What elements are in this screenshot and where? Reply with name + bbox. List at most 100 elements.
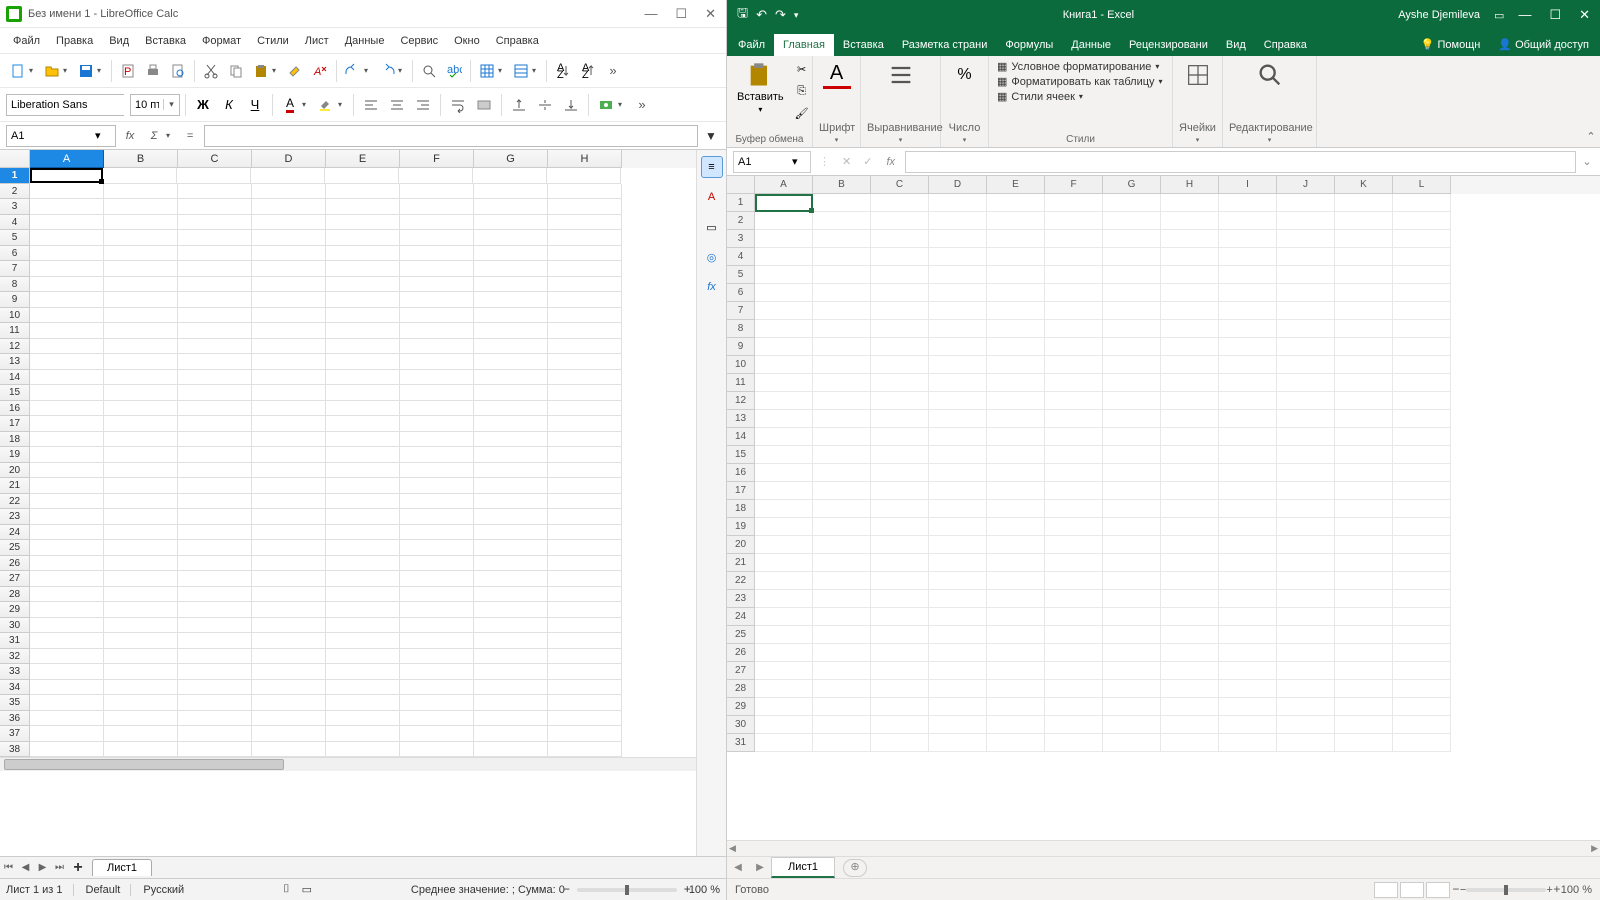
cell[interactable] bbox=[1277, 590, 1335, 608]
cell[interactable] bbox=[548, 649, 622, 665]
cell[interactable] bbox=[548, 261, 622, 277]
format-as-table-button[interactable]: ▦Форматировать как таблицу▾ bbox=[995, 74, 1166, 89]
cell[interactable] bbox=[474, 463, 548, 479]
sheet-tab[interactable]: Лист1 bbox=[771, 857, 835, 878]
cells-group-button[interactable] bbox=[1179, 59, 1216, 91]
cell[interactable] bbox=[1393, 284, 1451, 302]
cell[interactable] bbox=[104, 215, 178, 231]
cell[interactable] bbox=[104, 571, 178, 587]
cell[interactable] bbox=[1219, 680, 1277, 698]
col-header[interactable]: D bbox=[252, 150, 326, 168]
cell[interactable] bbox=[1277, 410, 1335, 428]
menu-Вид[interactable]: Вид bbox=[102, 32, 136, 50]
cell[interactable] bbox=[1277, 734, 1335, 752]
cell[interactable] bbox=[1393, 662, 1451, 680]
cell[interactable] bbox=[987, 194, 1045, 212]
cell[interactable] bbox=[1219, 464, 1277, 482]
cell[interactable] bbox=[30, 556, 104, 572]
cell[interactable] bbox=[871, 500, 929, 518]
cell[interactable] bbox=[1103, 572, 1161, 590]
cell[interactable] bbox=[1277, 248, 1335, 266]
cell[interactable] bbox=[400, 215, 474, 231]
cell[interactable] bbox=[1161, 554, 1219, 572]
row-header[interactable]: 7 bbox=[727, 302, 755, 320]
cell[interactable] bbox=[1393, 698, 1451, 716]
cell[interactable] bbox=[929, 428, 987, 446]
cell[interactable] bbox=[871, 212, 929, 230]
cell[interactable] bbox=[1103, 266, 1161, 284]
cell[interactable] bbox=[987, 536, 1045, 554]
cell[interactable] bbox=[326, 401, 400, 417]
cell[interactable] bbox=[1103, 518, 1161, 536]
copy-icon[interactable]: ⎘ bbox=[792, 81, 812, 101]
col-header[interactable]: F bbox=[400, 150, 474, 168]
row-header[interactable]: 4 bbox=[727, 248, 755, 266]
undo-icon[interactable] bbox=[341, 59, 365, 83]
cell[interactable] bbox=[987, 248, 1045, 266]
cell[interactable] bbox=[548, 354, 622, 370]
cell[interactable] bbox=[1103, 338, 1161, 356]
cell[interactable] bbox=[30, 215, 104, 231]
cell[interactable] bbox=[1277, 536, 1335, 554]
cell[interactable] bbox=[104, 246, 178, 262]
cell[interactable] bbox=[474, 339, 548, 355]
cell[interactable] bbox=[30, 509, 104, 525]
cell[interactable] bbox=[1045, 392, 1103, 410]
row-header[interactable]: 31 bbox=[727, 734, 755, 752]
cell[interactable] bbox=[1393, 554, 1451, 572]
cell[interactable] bbox=[987, 446, 1045, 464]
cell[interactable] bbox=[326, 292, 400, 308]
cell[interactable] bbox=[474, 664, 548, 680]
cell[interactable] bbox=[1161, 410, 1219, 428]
cell[interactable] bbox=[871, 734, 929, 752]
cell[interactable] bbox=[1103, 482, 1161, 500]
cell[interactable] bbox=[1161, 302, 1219, 320]
tell-me-button[interactable]: 💡 Помощн bbox=[1412, 33, 1490, 56]
cell[interactable] bbox=[178, 339, 252, 355]
cell[interactable] bbox=[1045, 644, 1103, 662]
cell[interactable] bbox=[813, 734, 871, 752]
cell[interactable] bbox=[813, 608, 871, 626]
cell[interactable] bbox=[548, 339, 622, 355]
properties-icon[interactable]: ≡ bbox=[701, 156, 723, 178]
cell[interactable] bbox=[1045, 716, 1103, 734]
cell[interactable] bbox=[104, 726, 178, 742]
cell[interactable] bbox=[1277, 572, 1335, 590]
valign-bot-button[interactable] bbox=[559, 93, 583, 117]
row-header[interactable]: 4 bbox=[0, 215, 30, 231]
cell[interactable] bbox=[1335, 248, 1393, 266]
cell[interactable] bbox=[1103, 248, 1161, 266]
row-header[interactable]: 27 bbox=[0, 571, 30, 587]
cell[interactable] bbox=[1103, 554, 1161, 572]
row-header[interactable]: 3 bbox=[0, 199, 30, 215]
cell[interactable] bbox=[548, 618, 622, 634]
copy-icon[interactable] bbox=[224, 59, 248, 83]
cell[interactable] bbox=[1161, 212, 1219, 230]
cell[interactable] bbox=[1219, 248, 1277, 266]
cell[interactable] bbox=[104, 354, 178, 370]
sum-icon[interactable]: Σ bbox=[144, 130, 164, 142]
cell[interactable] bbox=[104, 540, 178, 556]
cell[interactable] bbox=[1335, 500, 1393, 518]
cell[interactable] bbox=[326, 618, 400, 634]
cell[interactable] bbox=[252, 463, 326, 479]
row-header[interactable]: 38 bbox=[0, 742, 30, 758]
cell[interactable] bbox=[400, 416, 474, 432]
cell[interactable] bbox=[548, 246, 622, 262]
cell[interactable] bbox=[929, 590, 987, 608]
col-header[interactable]: H bbox=[1161, 176, 1219, 194]
cell[interactable] bbox=[400, 230, 474, 246]
cell[interactable] bbox=[400, 680, 474, 696]
menu-Формат[interactable]: Формат bbox=[195, 32, 248, 50]
font-size-input[interactable] bbox=[131, 95, 163, 115]
cell[interactable] bbox=[1277, 716, 1335, 734]
cell[interactable] bbox=[929, 716, 987, 734]
cell[interactable] bbox=[1045, 428, 1103, 446]
cell[interactable] bbox=[987, 356, 1045, 374]
cell[interactable] bbox=[1103, 410, 1161, 428]
cell[interactable] bbox=[755, 644, 813, 662]
cell[interactable] bbox=[1335, 662, 1393, 680]
row-header[interactable]: 20 bbox=[0, 463, 30, 479]
cell[interactable] bbox=[30, 261, 104, 277]
cell[interactable] bbox=[1161, 572, 1219, 590]
